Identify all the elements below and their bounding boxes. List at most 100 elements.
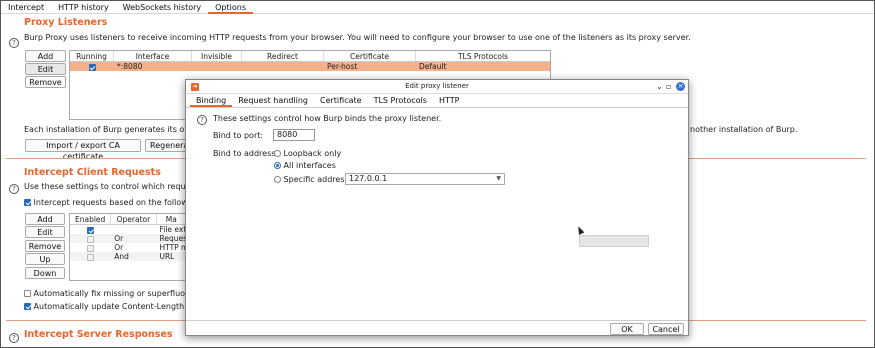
intercept-rules-checkbox-row[interactable]: Intercept requests based on the followin… (24, 198, 206, 207)
tab-http[interactable]: HTTP (433, 95, 465, 107)
col-interface[interactable]: Interface (114, 51, 192, 61)
dialog-titlebar[interactable]: ➜ Edit proxy listener ⌄ ▫ × (186, 80, 688, 94)
loopback-label: Loopback only (283, 149, 342, 158)
intercept-client-title: Intercept Client Requests (24, 167, 161, 178)
ca-text-right: nother installation of Burp. (690, 125, 798, 134)
rule-enabled-checkbox[interactable] (87, 226, 95, 234)
proxy-listeners-title: Proxy Listeners (24, 17, 108, 28)
table-row[interactable]: File ext (70, 225, 186, 234)
binding-info-text: These settings control how Burp binds th… (213, 114, 442, 123)
col-operator[interactable]: Operator (111, 214, 157, 224)
running-checkbox[interactable] (88, 63, 96, 71)
specific-address-label: Specific address: (283, 175, 352, 184)
row-interface: *:8080 (117, 62, 143, 71)
bind-address-label: Bind to address: (213, 149, 279, 158)
intercept-server-title: Intercept Server Responses (24, 329, 173, 340)
rule-operator: Or (114, 234, 124, 243)
row-tls: Default (419, 62, 447, 71)
rule-enabled-checkbox[interactable] (87, 244, 95, 252)
update-length-row[interactable]: Automatically update Content-Length head… (24, 302, 212, 311)
rule-match: HTTP m (159, 243, 186, 252)
tab-tls-protocols[interactable]: TLS Protocols (368, 95, 433, 107)
intercept-client-description: Use these settings to control which requ… (24, 182, 210, 191)
add-listener-button[interactable]: Add (25, 50, 66, 62)
specific-address-value: 127.0.0.1 (349, 174, 388, 183)
tab-options[interactable]: Options (208, 1, 253, 14)
row-invisible (192, 62, 242, 71)
rule-operator: And (114, 252, 129, 261)
rule-operator (111, 225, 156, 234)
help-icon[interactable]: ? (197, 115, 207, 125)
rules-table-header: Enabled Operator Ma (70, 214, 186, 225)
rule-match: File ext (159, 225, 186, 234)
ok-button[interactable]: OK (610, 323, 644, 335)
up-rule-button[interactable]: Up (25, 253, 65, 265)
tab-certificate[interactable]: Certificate (314, 95, 368, 107)
tab-binding[interactable]: Binding (190, 95, 233, 107)
rule-enabled-checkbox[interactable] (87, 235, 95, 243)
proxy-listeners-description: Burp Proxy uses listeners to receive inc… (24, 33, 691, 42)
tab-websockets-history[interactable]: WebSockets history (116, 1, 208, 14)
all-interfaces-option[interactable]: All interfaces (274, 161, 336, 170)
col-redirect[interactable]: Redirect (242, 51, 324, 61)
col-certificate[interactable]: Certificate (324, 51, 416, 61)
specific-address-option[interactable]: Specific address: (274, 175, 351, 184)
edit-listener-button[interactable]: Edit (25, 63, 66, 75)
down-rule-button[interactable]: Down (25, 267, 65, 279)
remove-rule-button[interactable]: Remove (25, 240, 65, 252)
rule-match: Reques (159, 234, 186, 243)
tab-intercept[interactable]: Intercept (1, 1, 51, 14)
rule-operator: Or (114, 243, 124, 252)
intercept-rules-label: Intercept requests based on the followin… (33, 198, 207, 207)
edit-rule-button[interactable]: Edit (25, 226, 65, 238)
top-tab-bar: Intercept HTTP history WebSockets histor… (1, 1, 874, 14)
row-certificate: Per-host (327, 62, 358, 71)
table-row[interactable]: *:8080 Per-host Default (70, 62, 550, 71)
col-invisible[interactable]: Invisible (192, 51, 242, 61)
bind-port-input[interactable]: 8080 (273, 129, 315, 141)
chevron-down-icon: ▼ (496, 175, 501, 182)
row-redirect (242, 62, 324, 71)
col-tls-protocols[interactable]: TLS Protocols (416, 51, 550, 61)
dialog-tab-bar: Binding Request handling Certificate TLS… (190, 95, 465, 107)
intercept-rules-checkbox[interactable] (24, 199, 31, 206)
all-interfaces-radio[interactable] (274, 162, 281, 169)
col-match[interactable]: Ma (157, 214, 186, 224)
table-row[interactable]: Or HTTP m (70, 243, 186, 252)
specific-address-radio[interactable] (274, 176, 281, 183)
edit-proxy-listener-dialog: ➜ Edit proxy listener ⌄ ▫ × Binding Requ… (185, 79, 689, 336)
table-row[interactable]: And URL (70, 252, 186, 261)
dialog-footer-divider (186, 320, 688, 321)
fix-newlines-row[interactable]: Automatically fix missing or superfluous… (24, 289, 207, 298)
intercept-rules-table: Enabled Operator Ma File ext Or Reques O… (69, 213, 187, 281)
specific-address-select[interactable]: 127.0.0.1 ▼ (345, 173, 505, 185)
table-row[interactable]: Or Reques (70, 234, 186, 243)
minimize-icon[interactable]: ⌄ (656, 82, 663, 91)
listeners-table-header: Running Interface Invisible Redirect Cer… (70, 51, 550, 62)
help-icon[interactable]: ? (9, 38, 19, 48)
tab-request-handling[interactable]: Request handling (232, 95, 314, 107)
help-icon[interactable]: ? (9, 184, 19, 194)
dialog-title: Edit proxy listener (405, 82, 469, 90)
close-icon[interactable]: × (676, 82, 685, 91)
tooltip-placeholder (579, 235, 649, 247)
fix-newlines-checkbox[interactable] (24, 290, 31, 297)
fix-newlines-label: Automatically fix missing or superfluous… (33, 289, 207, 298)
regenerate-ca-button[interactable]: Regenerat (145, 139, 189, 152)
add-rule-button[interactable]: Add (25, 213, 65, 225)
remove-listener-button[interactable]: Remove (25, 76, 66, 88)
col-running[interactable]: Running (70, 51, 114, 61)
loopback-radio[interactable] (274, 150, 281, 157)
dialog-tab-divider (186, 107, 688, 108)
col-enabled[interactable]: Enabled (70, 214, 112, 224)
update-length-checkbox[interactable] (24, 303, 31, 310)
tab-http-history[interactable]: HTTP history (51, 1, 116, 14)
all-interfaces-label: All interfaces (283, 161, 336, 170)
import-export-ca-button[interactable]: Import / export CA certificate (25, 139, 141, 161)
cancel-button[interactable]: Cancel (648, 323, 684, 335)
help-icon[interactable]: ? (9, 333, 19, 343)
loopback-option[interactable]: Loopback only (274, 149, 341, 158)
rule-match: URL (159, 252, 175, 261)
rule-enabled-checkbox[interactable] (87, 253, 95, 261)
maximize-icon[interactable]: ▫ (666, 82, 671, 91)
